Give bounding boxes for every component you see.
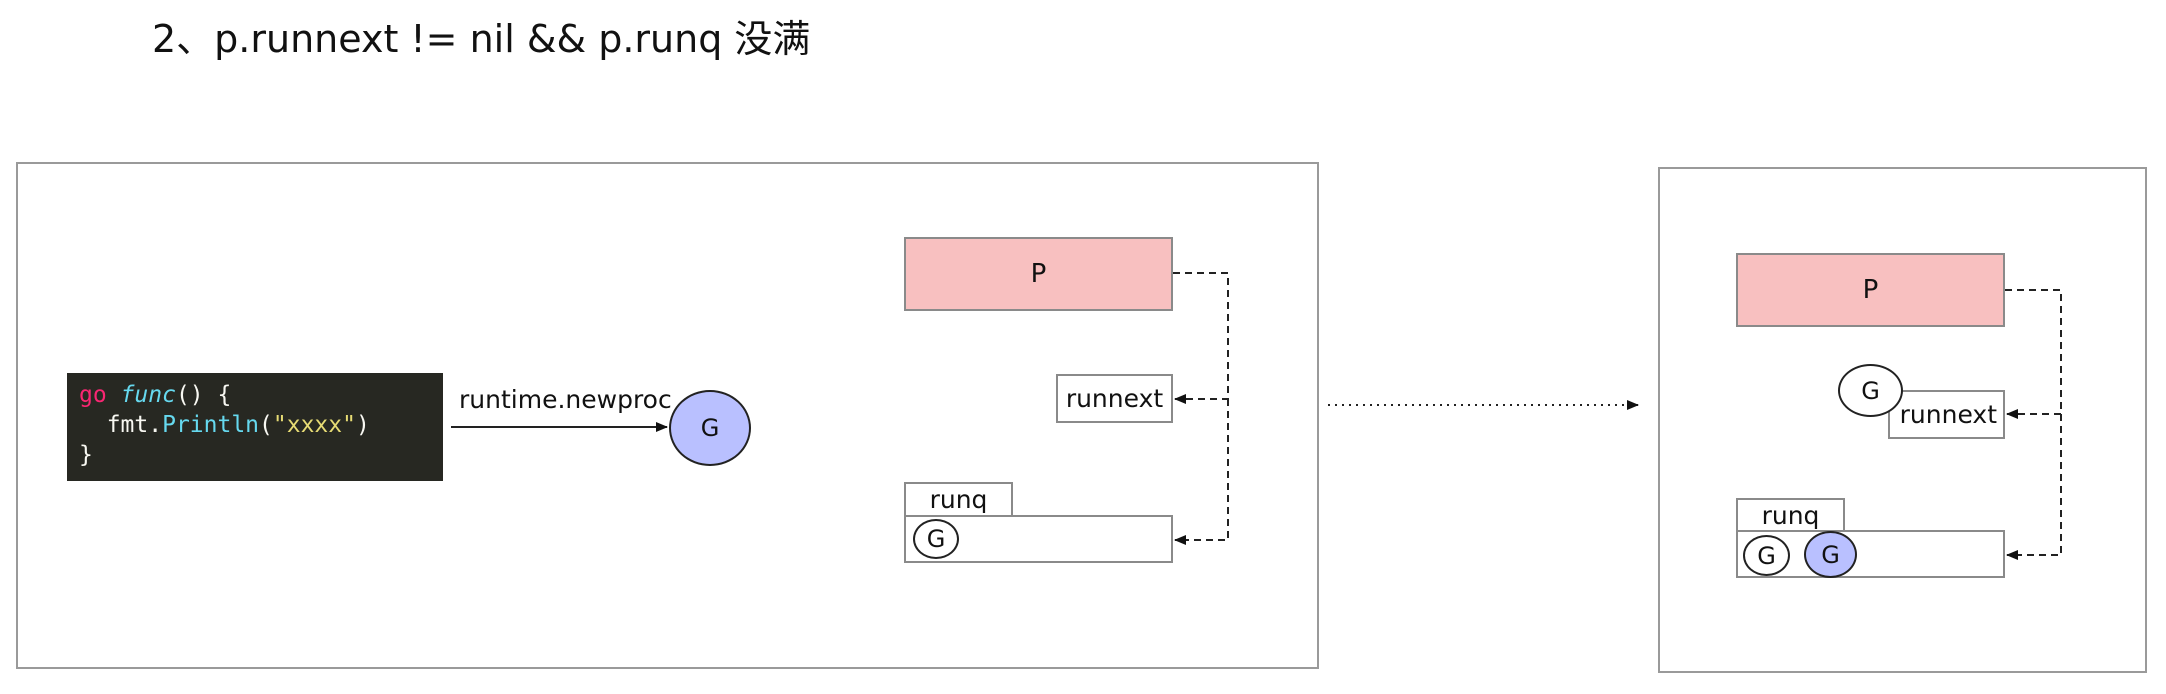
after-runq-tab: runq <box>1736 498 1845 533</box>
runq-goroutine-node: G <box>913 519 959 559</box>
after-runq-goroutine-label-1: G <box>1757 541 1776 570</box>
new-goroutine-node: G <box>669 390 751 466</box>
processor-p-box: P <box>904 237 1173 311</box>
after-runq-goroutine-node-1: G <box>1743 535 1790 576</box>
after-runnext-goroutine-node: G <box>1838 364 1903 417</box>
page-title: 2、p.runnext != nil && p.runq 没满 <box>152 17 811 61</box>
runq-label: runq <box>929 485 988 514</box>
after-processor-p-label: P <box>1862 275 1879 305</box>
code-pkg: fmt. <box>79 412 163 438</box>
after-runnext-label: runnext <box>1899 400 1997 429</box>
runnext-label: runnext <box>1065 384 1164 413</box>
code-keyword-func: func <box>120 382 176 408</box>
code-keyword-go: go <box>79 382 107 408</box>
code-paren-close: ) <box>355 412 370 438</box>
code-closing-brace: } <box>79 442 93 468</box>
after-runq-label: runq <box>1761 501 1820 530</box>
code-call: Println <box>162 412 260 438</box>
after-runq-goroutine-label-2: G <box>1821 540 1840 569</box>
runnext-box: runnext <box>1056 374 1173 423</box>
code-signature: () { <box>175 382 232 408</box>
go-code-snippet: go func() { fmt.Println("xxxx") } <box>67 373 443 481</box>
newproc-label: runtime.newproc <box>459 385 672 414</box>
after-runq-goroutine-node-2: G <box>1804 531 1857 578</box>
runq-tab: runq <box>904 482 1013 517</box>
code-paren-open: ( <box>259 412 273 438</box>
processor-p-label: P <box>1030 259 1047 289</box>
after-runnext-goroutine-label: G <box>1861 376 1880 405</box>
code-string: "xxxx" <box>272 412 356 438</box>
after-runnext-box: runnext <box>1888 390 2005 439</box>
runq-goroutine-label: G <box>926 525 946 553</box>
after-processor-p-box: P <box>1736 253 2005 327</box>
new-goroutine-label: G <box>700 414 720 442</box>
